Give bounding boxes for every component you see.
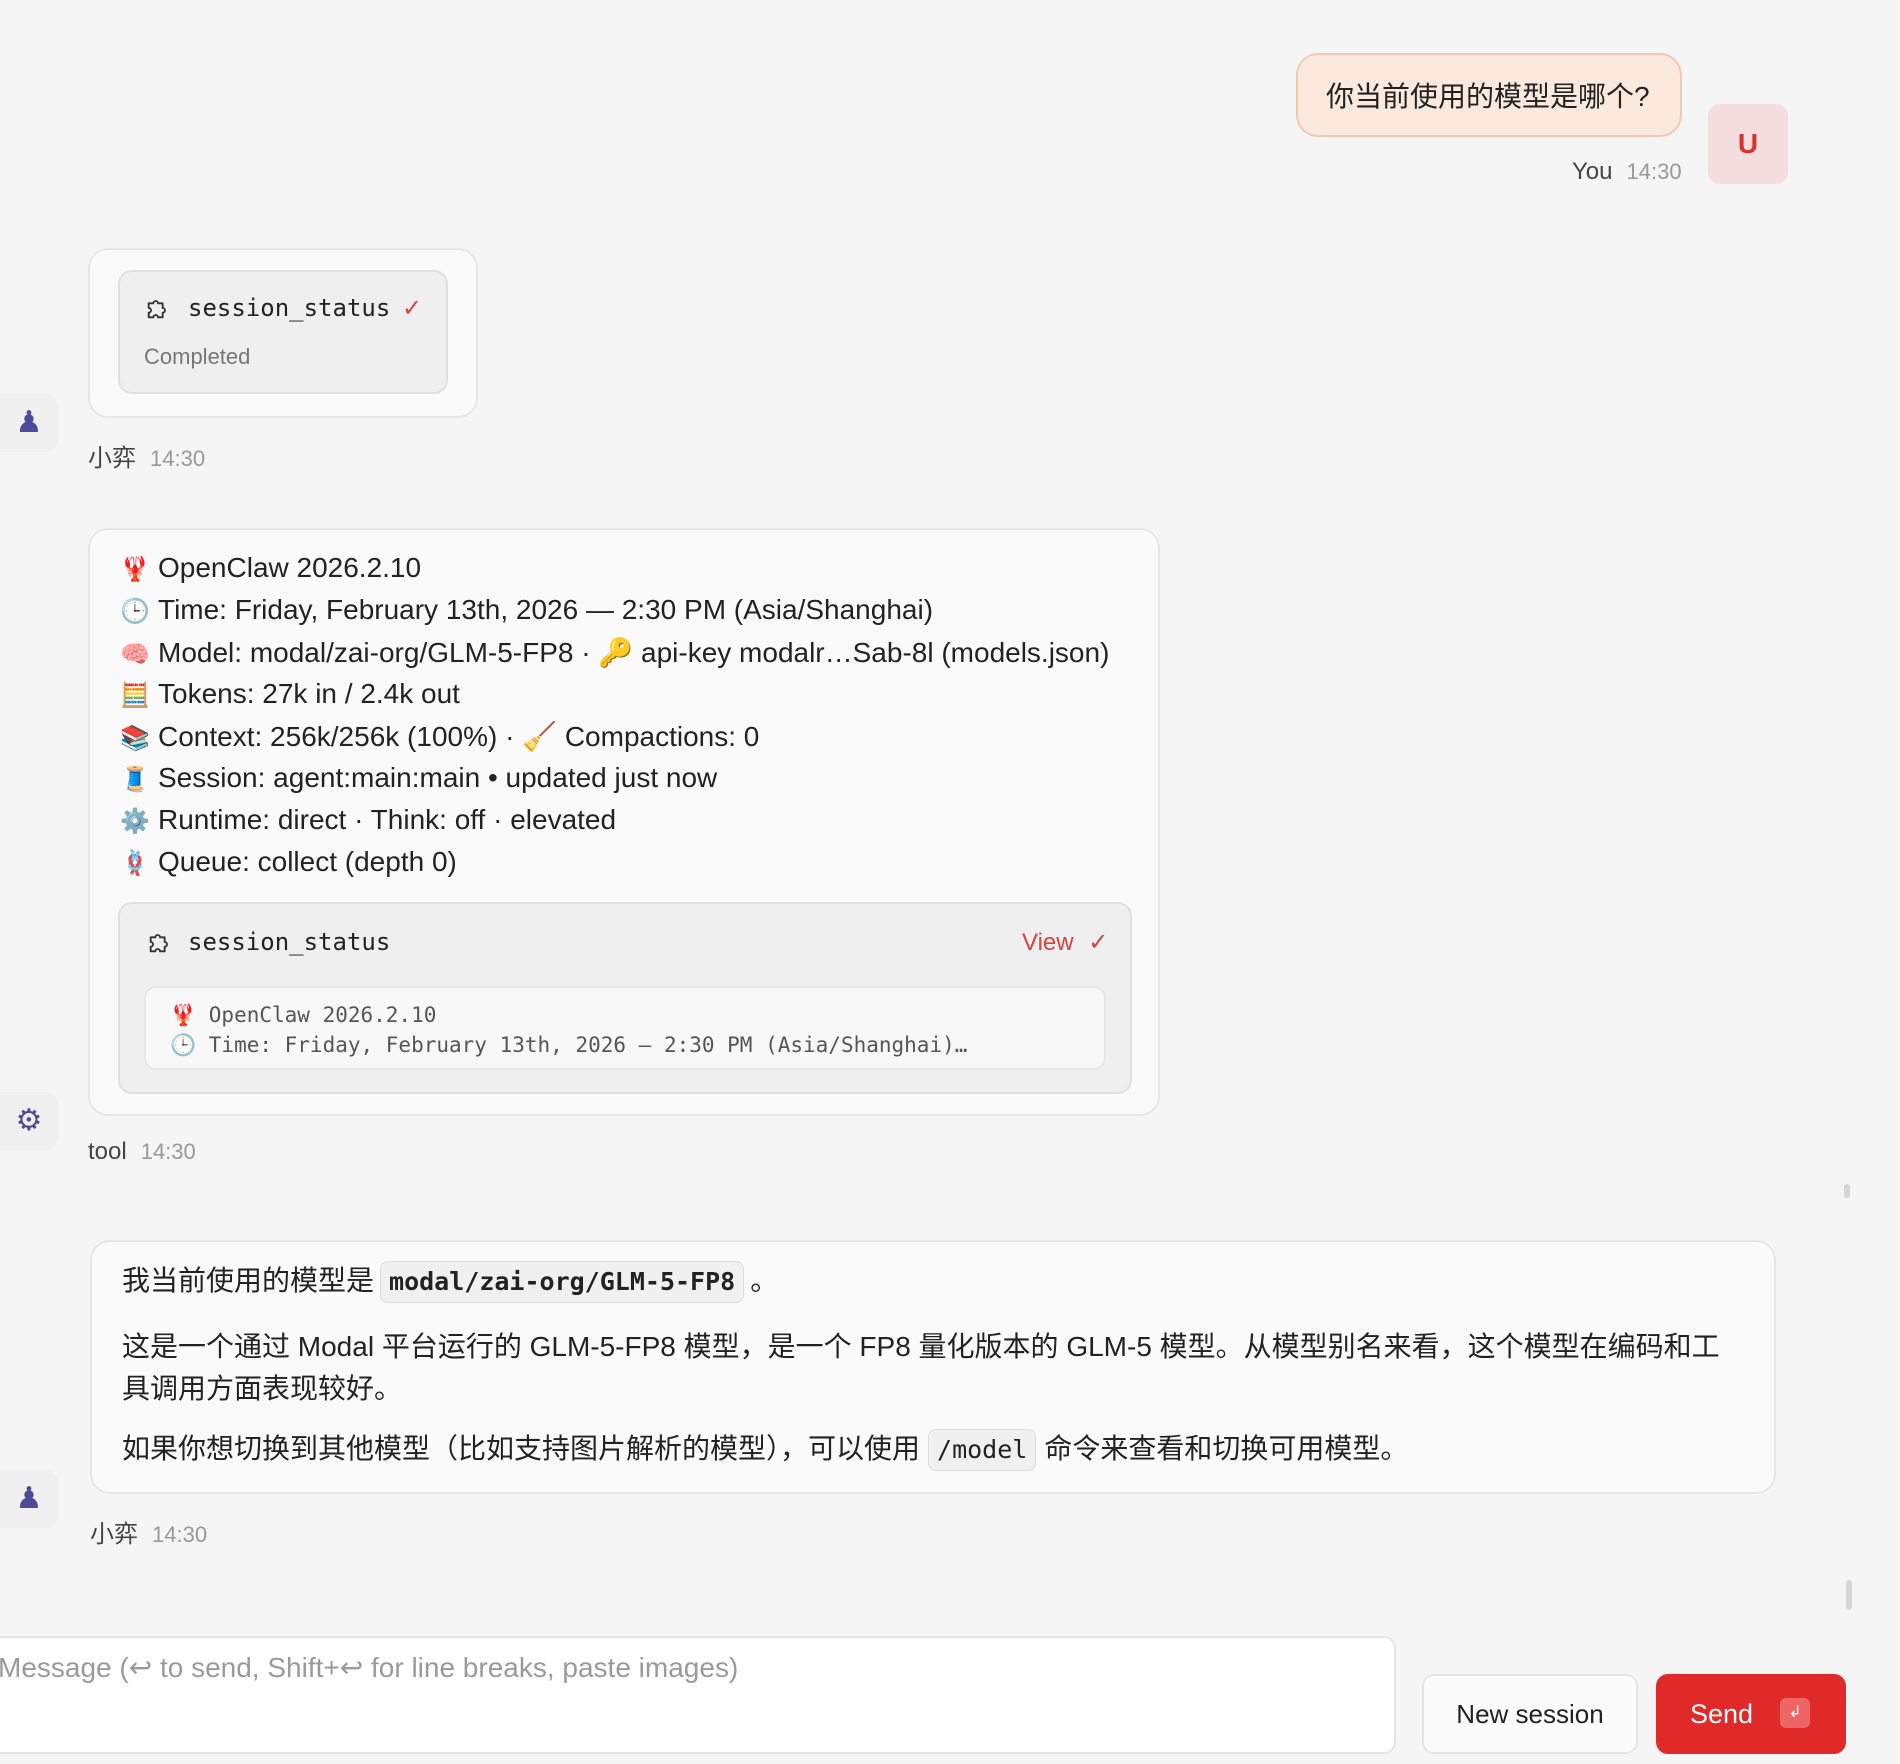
user-avatar: U — [1708, 104, 1788, 184]
tool-result-meta: tool 14:30 — [88, 1138, 196, 1166]
status-line-session: 🧵 Session: agent:main:main • updated just… — [120, 762, 718, 793]
tool-call-card: session_status ✓ Completed — [88, 248, 478, 418]
sender-name: tool — [88, 1138, 127, 1165]
message-composer — [0, 1636, 1396, 1754]
check-icon: ✓ — [402, 295, 423, 322]
status-line-time: 🕒 Time: Friday, February 13th, 2026 — 2:3… — [120, 594, 934, 625]
message-time: 14:30 — [150, 446, 206, 471]
puzzle-icon — [146, 928, 174, 961]
command-code: /model — [928, 1429, 1037, 1471]
sender-name: You — [1572, 158, 1613, 185]
tool-output-preview[interactable]: 🦞 OpenClaw 2026.2.10 🕒 Time: Friday, Feb… — [144, 986, 1106, 1070]
status-line-tokens: 🧮 Tokens: 27k in / 2.4k out — [120, 678, 460, 709]
tool-avatar-icon: ⚙ — [0, 1092, 58, 1150]
assistant-reply-card: 我当前使用的模型是 modal/zai-org/GLM-5-FP8。 这是一个通过… — [90, 1240, 1776, 1494]
scrollbar-thumb[interactable] — [1844, 1184, 1850, 1198]
preview-line: 🦞 OpenClaw 2026.2.10 — [170, 1003, 437, 1027]
reply-paragraph-1: 我当前使用的模型是 modal/zai-org/GLM-5-FP8。 — [122, 1260, 778, 1303]
assistant-reply-meta: 小弈 14:30 — [90, 1514, 207, 1549]
user-message-meta: You 14:30 — [1572, 158, 1682, 186]
tool-status-text: Completed — [144, 344, 251, 369]
sender-name: 小弈 — [88, 445, 136, 472]
message-input[interactable] — [0, 1648, 1358, 1688]
scrollbar-thumb[interactable] — [1846, 1580, 1852, 1610]
message-time: 14:30 — [140, 1139, 196, 1164]
send-label: Send — [1690, 1699, 1754, 1729]
reply-paragraph-2: 这是一个通过 Modal 平台运行的 GLM-5-FP8 模型，是一个 FP8 … — [122, 1331, 1720, 1404]
enter-key-icon: ↲ — [1780, 1698, 1810, 1728]
agent-avatar-icon: ♟ — [0, 394, 58, 452]
new-session-button[interactable]: New session — [1422, 1674, 1638, 1754]
sender-name: 小弈 — [90, 1521, 138, 1548]
status-line-context: 📚 Context: 256k/256k (100%) · 🧹 Compactio… — [120, 721, 760, 752]
status-line-model: 🧠 Model: modal/zai-org/GLM-5-FP8 · 🔑 api-… — [120, 637, 1110, 668]
status-line-version: 🦞 OpenClaw 2026.2.10 — [120, 552, 422, 583]
tool-name: session_status — [188, 928, 391, 956]
view-button[interactable]: View ✓ — [1022, 928, 1108, 957]
tool-call-meta: 小弈 14:30 — [88, 438, 205, 473]
reply-paragraph-3: 如果你想切换到其他模型（比如支持图片解析的模型），可以使用/model 命令来查看… — [122, 1428, 1408, 1471]
view-label: View — [1022, 929, 1074, 956]
agent-avatar-icon: ♟ — [0, 1470, 58, 1528]
tool-status-box[interactable]: session_status ✓ Completed — [118, 270, 448, 394]
status-line-runtime: ⚙️ Runtime: direct · Think: off · elevate… — [120, 804, 617, 835]
user-message-text: 你当前使用的模型是哪个? — [1326, 81, 1650, 112]
tool-name: session_status — [188, 294, 391, 322]
preview-line: 🕒 Time: Friday, February 13th, 2026 — 2:… — [170, 1033, 968, 1057]
send-button[interactable]: Send ↲ — [1656, 1674, 1846, 1754]
user-message-bubble: 你当前使用的模型是哪个? — [1296, 53, 1682, 137]
check-icon: ✓ — [1088, 929, 1109, 956]
status-line-queue: 🪢 Queue: collect (depth 0) — [120, 846, 457, 877]
message-time: 14:30 — [1626, 159, 1682, 184]
model-code: modal/zai-org/GLM-5-FP8 — [380, 1261, 745, 1303]
message-time: 14:30 — [152, 1522, 208, 1547]
puzzle-icon — [144, 294, 172, 327]
